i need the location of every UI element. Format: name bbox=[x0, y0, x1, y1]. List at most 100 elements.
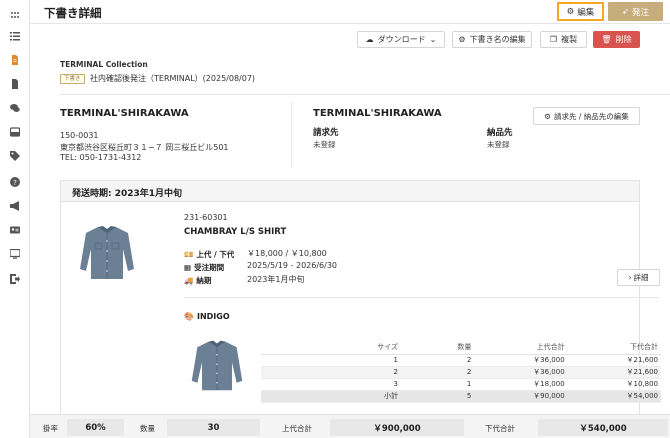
rate-label: 掛率 bbox=[43, 424, 58, 433]
postal-code: 150-0031 bbox=[60, 131, 99, 140]
totals-footer: 掛率 60% 数量 30 上代合計 ￥900,000 下代合計 ￥540,000 bbox=[30, 414, 670, 438]
table-row: 2 2 ￥36,000 ￥21,600 bbox=[261, 366, 661, 379]
table-cell: ￥54,000 bbox=[567, 390, 661, 403]
inbox-icon[interactable] bbox=[8, 125, 22, 139]
page-header: 下書き詳細 ⚙ 編集 ➶ 発注 bbox=[30, 0, 670, 24]
billto-value: 未登録 bbox=[313, 140, 336, 149]
price-label-text: 上代 / 下代 bbox=[196, 250, 235, 259]
money-icon: 💴 bbox=[184, 250, 194, 259]
delivery-label-text: 納期 bbox=[196, 276, 212, 285]
street-address: 東京都渋谷区桜丘町３１−７ 岡三桜丘ビル501 bbox=[60, 143, 229, 152]
table-cell: 2 bbox=[401, 354, 475, 367]
wholesale-total-value: ￥540,000 bbox=[538, 419, 668, 436]
billto-label: 請求先 bbox=[313, 128, 339, 138]
table-cell: 1 bbox=[261, 354, 401, 367]
file-icon[interactable] bbox=[8, 77, 22, 91]
grid-icon[interactable] bbox=[8, 8, 22, 22]
app: ? 下書き詳細 ⚙ 編集 ➶ 発注 ☁ ダウンロード ⌄ ⚙ 下書き名の編集 ❐… bbox=[0, 0, 670, 438]
table-cell: ￥36,000 bbox=[474, 354, 568, 367]
page-title: 下書き詳細 bbox=[44, 6, 102, 20]
rename-draft-button[interactable]: ⚙ 下書き名の編集 bbox=[452, 31, 532, 48]
shipping-title: 発送時期: 2023年1月中旬 bbox=[72, 189, 183, 199]
client-name: TERMINAL'SHIRAKAWA bbox=[313, 108, 442, 119]
table-cell: 5 bbox=[401, 390, 475, 403]
table-row: 1 2 ￥36,000 ￥21,600 bbox=[261, 354, 661, 367]
subtotal-row: 小計 5 ￥90,000 ￥54,000 bbox=[261, 390, 661, 403]
help-icon[interactable]: ? bbox=[8, 175, 22, 189]
gear-icon: ⚙ bbox=[458, 35, 466, 44]
color-variant-image bbox=[191, 340, 243, 391]
table-cell: ￥36,000 bbox=[474, 366, 568, 379]
retail-total-label: 上代合計 bbox=[282, 424, 312, 433]
table-cell: ￥21,600 bbox=[567, 366, 661, 379]
color-name-text: INDIGO bbox=[196, 312, 230, 321]
price-label: 💴 上代 / 下代 bbox=[184, 249, 234, 260]
qty-label: 数量 bbox=[140, 424, 155, 433]
tag-icon[interactable] bbox=[8, 149, 22, 163]
column-header: 上代合計 bbox=[474, 341, 568, 355]
logout-icon[interactable] bbox=[8, 272, 22, 286]
id-card-icon[interactable] bbox=[8, 223, 22, 237]
period-label: ▦ 受注期間 bbox=[184, 262, 224, 273]
column-header: 下代合計 bbox=[567, 341, 661, 355]
collection-name: TERMINAL Collection bbox=[60, 60, 148, 69]
cloud-download-icon: ☁ bbox=[365, 35, 374, 44]
table-cell: ￥10,800 bbox=[567, 378, 661, 391]
table-cell: 2 bbox=[261, 366, 401, 379]
download-button-label: ダウンロード bbox=[377, 35, 426, 44]
shipping-group: 発送時期: 2023年1月中旬 231-60301 CHAMBRAY L/S S… bbox=[60, 180, 661, 420]
main-content: 下書き詳細 ⚙ 編集 ➶ 発注 ☁ ダウンロード ⌄ ⚙ 下書き名の編集 ❐ 複… bbox=[30, 0, 670, 438]
chevron-right-icon: › bbox=[628, 273, 632, 282]
gear-icon: ⚙ bbox=[566, 6, 575, 17]
table-cell: ￥18,000 bbox=[474, 378, 568, 391]
draft-badge: 下書き bbox=[60, 74, 85, 84]
detail-button-label: 詳細 bbox=[633, 273, 649, 282]
megaphone-icon[interactable] bbox=[8, 199, 22, 213]
send-icon: ➶ bbox=[621, 6, 630, 17]
shop-name: TERMINAL'SHIRAKAWA bbox=[60, 108, 189, 119]
trash-icon: 🗑 bbox=[601, 35, 612, 44]
phone-number: TEL: 050-1731-4312 bbox=[60, 153, 142, 162]
chevron-down-icon: ⌄ bbox=[429, 35, 437, 44]
product-code: 231-60301 bbox=[184, 213, 228, 222]
document-active-icon[interactable] bbox=[8, 53, 22, 67]
section-divider bbox=[60, 94, 670, 95]
delete-button[interactable]: 🗑 削除 bbox=[593, 31, 640, 48]
edit-billto-shipto-button[interactable]: ⚙ 請求先 / 納品先の編集 bbox=[533, 107, 640, 125]
product-name[interactable]: CHAMBRAY L/S SHIRT bbox=[184, 227, 286, 237]
copy-icon: ❐ bbox=[549, 35, 558, 44]
copy-button[interactable]: ❐ 複製 bbox=[540, 31, 587, 48]
delete-button-label: 削除 bbox=[615, 35, 632, 44]
product-divider bbox=[184, 297, 659, 298]
download-button[interactable]: ☁ ダウンロード ⌄ bbox=[357, 31, 445, 48]
table-cell: 小計 bbox=[261, 390, 401, 403]
edit-billto-shipto-label: 請求先 / 納品先の編集 bbox=[553, 111, 629, 121]
shipto-label: 納品先 bbox=[487, 128, 513, 138]
truck-icon: 🚚 bbox=[184, 276, 194, 285]
edit-button-label: 編集 bbox=[577, 7, 595, 18]
size-quantity-table: サイズ 数量 上代合計 下代合計 1 2 ￥36,000 ￥21,600 2 2… bbox=[261, 341, 661, 403]
product-image[interactable] bbox=[76, 221, 138, 283]
column-header: サイズ bbox=[261, 341, 401, 355]
monitor-icon[interactable] bbox=[8, 247, 22, 261]
table-cell: ￥21,600 bbox=[567, 354, 661, 367]
order-button-label: 発注 bbox=[632, 7, 650, 18]
copy-button-label: 複製 bbox=[561, 35, 578, 44]
detail-button[interactable]: › 詳細 bbox=[617, 269, 660, 286]
order-button[interactable]: ➶ 発注 bbox=[608, 2, 663, 21]
list-icon[interactable] bbox=[8, 29, 22, 43]
table-row: 3 1 ￥18,000 ￥10,800 bbox=[261, 378, 661, 391]
color-name: 🎨 INDIGO bbox=[184, 312, 230, 321]
shipto-value: 未登録 bbox=[487, 140, 510, 149]
address-separator bbox=[291, 102, 292, 168]
shipping-header: 発送時期: 2023年1月中旬 bbox=[61, 181, 639, 202]
calendar-icon: ▦ bbox=[184, 263, 192, 272]
retail-total-value: ￥900,000 bbox=[330, 419, 464, 436]
gear-icon: ⚙ bbox=[544, 111, 551, 121]
rate-value: 60% bbox=[67, 419, 124, 436]
edit-button[interactable]: ⚙ 編集 bbox=[557, 2, 604, 21]
table-cell: 1 bbox=[401, 378, 475, 391]
delivery-label: 🚚 納期 bbox=[184, 275, 211, 286]
chat-icon[interactable] bbox=[8, 101, 22, 115]
sidebar: ? bbox=[0, 0, 30, 438]
